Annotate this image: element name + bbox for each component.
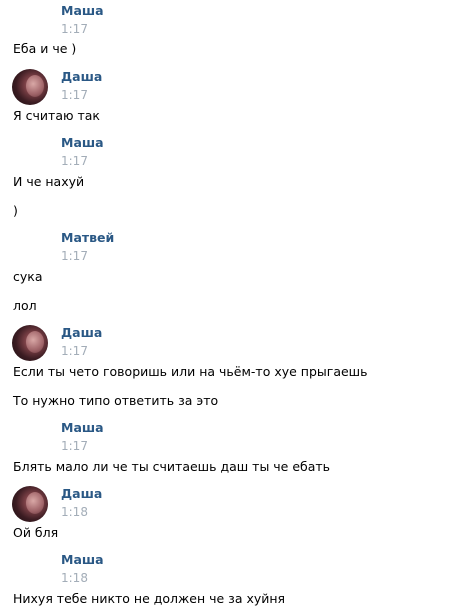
message-time[interactable]: 1:18 bbox=[61, 505, 88, 519]
user-avatar-icon[interactable] bbox=[12, 69, 48, 105]
message-text: Еба и че ) bbox=[13, 41, 77, 56]
message-time[interactable]: 1:17 bbox=[61, 88, 88, 102]
avatar-face bbox=[26, 75, 44, 97]
message-text: Я считаю так bbox=[13, 108, 100, 123]
author-name[interactable]: Маша bbox=[61, 3, 104, 19]
author-name[interactable]: Матвей bbox=[61, 230, 114, 246]
author-name[interactable]: Маша bbox=[61, 135, 104, 151]
message-time[interactable]: 1:17 bbox=[61, 344, 88, 358]
message-time[interactable]: 1:17 bbox=[61, 439, 88, 453]
avatar-face bbox=[26, 492, 44, 514]
chat-history: Маша 1:17 Еба и че ) Даша 1:17 Я считаю … bbox=[0, 0, 471, 615]
author-name[interactable]: Даша bbox=[61, 486, 102, 502]
user-avatar-icon[interactable] bbox=[12, 325, 48, 361]
author-name[interactable]: Маша bbox=[61, 420, 104, 436]
message-text: сука bbox=[13, 269, 43, 284]
message-time[interactable]: 1:18 bbox=[61, 571, 88, 585]
message-text: Ой бля bbox=[13, 525, 59, 540]
message-text: То нужно типо ответить за это bbox=[13, 393, 219, 408]
user-avatar-icon[interactable] bbox=[12, 486, 48, 522]
author-name[interactable]: Маша bbox=[61, 552, 104, 568]
message-text: Если ты чето говоришь или на чьём-то хуе… bbox=[13, 364, 368, 379]
author-name[interactable]: Даша bbox=[61, 69, 102, 85]
author-name[interactable]: Даша bbox=[61, 325, 102, 341]
message-text: И че нахуй bbox=[13, 174, 85, 189]
message-text: лол bbox=[13, 298, 37, 313]
avatar-face bbox=[26, 331, 44, 353]
message-text: ) bbox=[13, 203, 18, 218]
message-time[interactable]: 1:17 bbox=[61, 154, 88, 168]
message-text: Блять мало ли че ты считаешь даш ты че е… bbox=[13, 459, 331, 474]
message-time[interactable]: 1:17 bbox=[61, 22, 88, 36]
message-text: Нихуя тебе никто не должен че за хуйня bbox=[13, 591, 286, 606]
message-time[interactable]: 1:17 bbox=[61, 249, 88, 263]
